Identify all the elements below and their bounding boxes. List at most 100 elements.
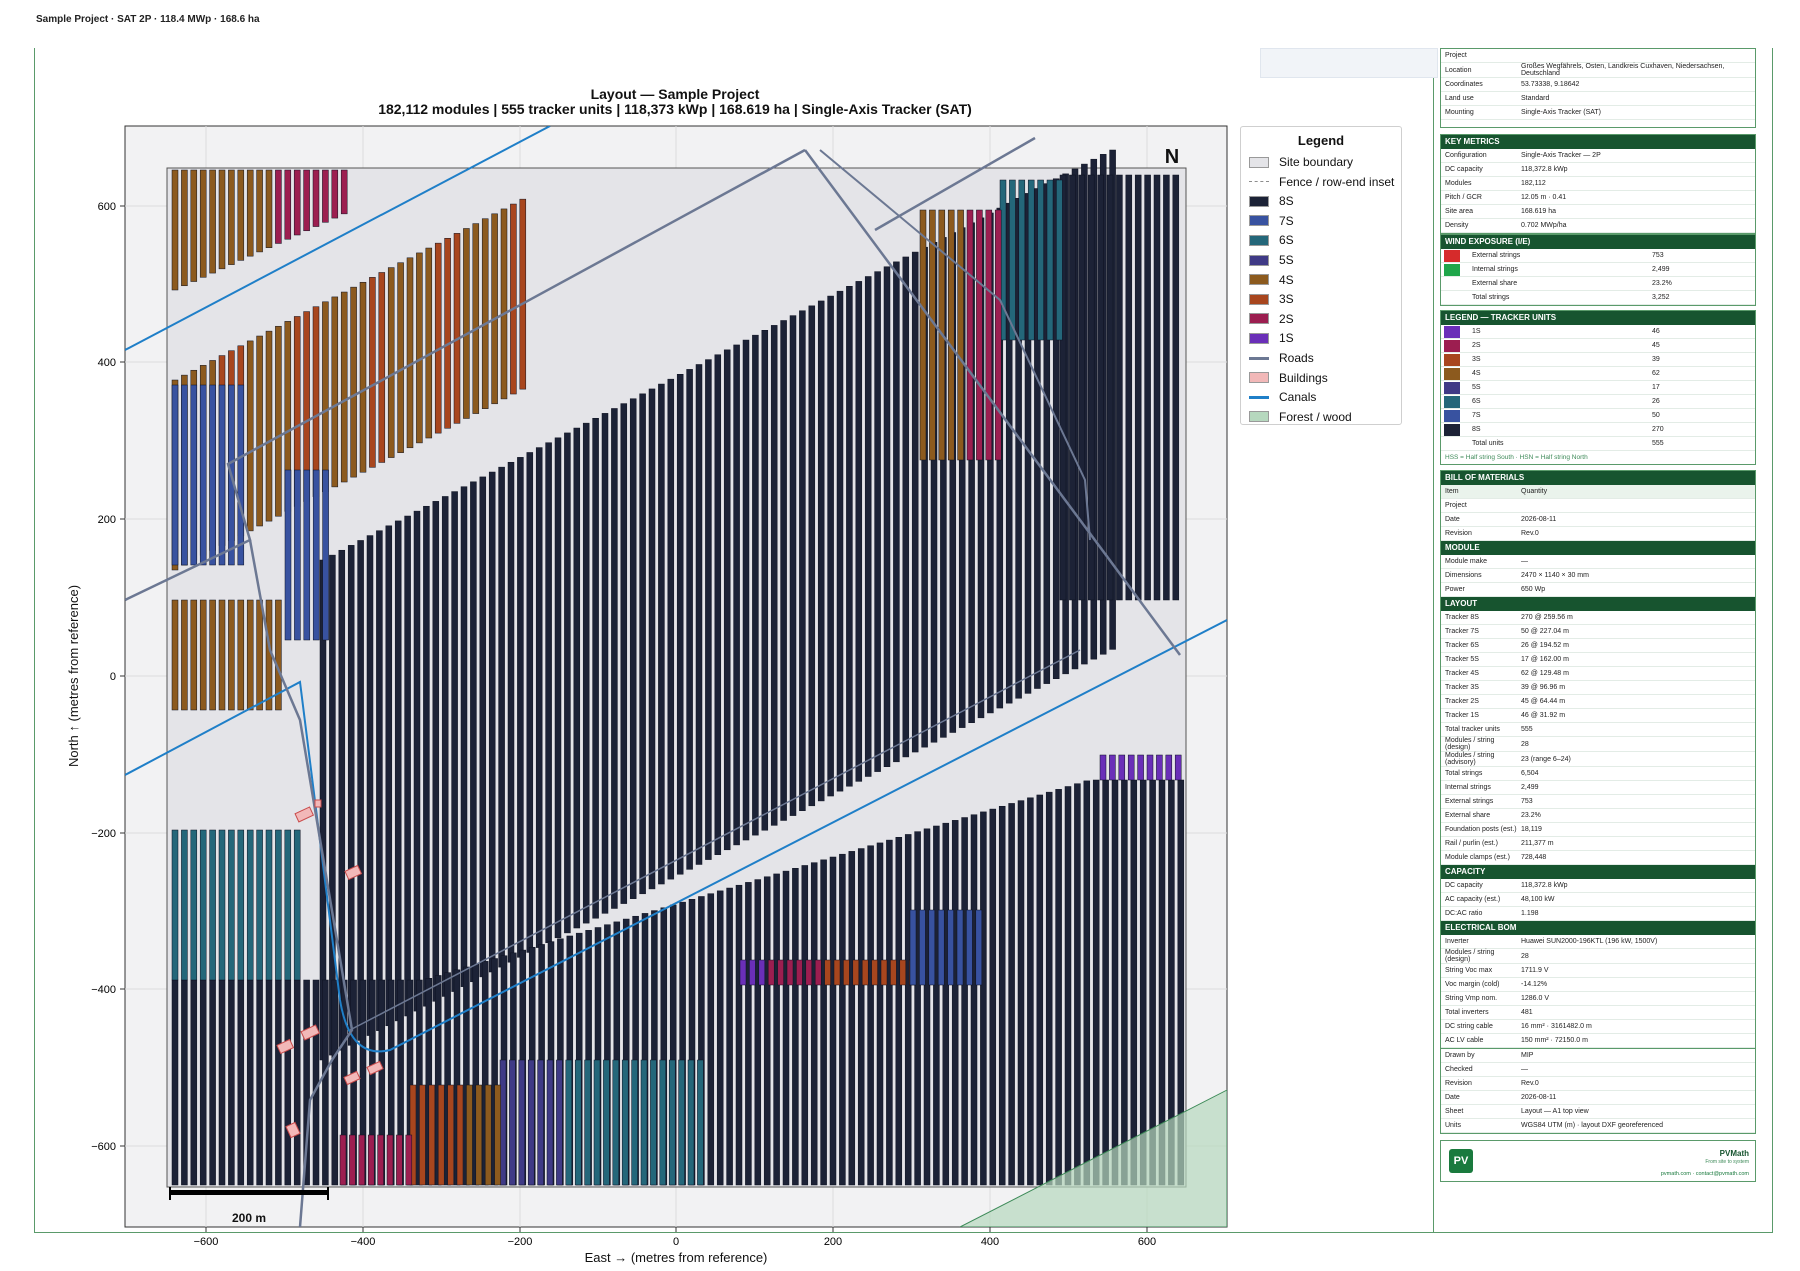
- tracker-unit: [386, 1134, 394, 1186]
- titleblock-key: Checked: [1445, 1066, 1473, 1073]
- tracker-unit: [228, 169, 235, 265]
- unit-row: 1S 46: [1441, 325, 1755, 339]
- metric-key: Configuration: [1445, 152, 1487, 159]
- tracker-unit: [228, 829, 235, 981]
- bom-value: Rev.0: [1521, 530, 1539, 537]
- tracker-unit: [1146, 754, 1154, 781]
- y-tick-label: 0: [110, 671, 116, 683]
- module-key: Module make: [1445, 558, 1488, 565]
- metric-value: 118,372.8 kWp: [1521, 166, 1568, 173]
- key-metrics-heading: KEY METRICS: [1441, 135, 1755, 149]
- tracker-unit: [190, 829, 198, 981]
- titleblock-value: —: [1521, 1066, 1528, 1073]
- unit-row: 7S 50: [1441, 409, 1755, 423]
- tracker-unit: [237, 829, 245, 981]
- tracker-unit: [1134, 174, 1142, 601]
- tracker-unit: [350, 286, 357, 478]
- unit-swatch: [1444, 381, 1460, 394]
- tracker-unit: [339, 1134, 347, 1186]
- legend-title: Legend: [1297, 133, 1345, 148]
- tracker-unit: [481, 218, 489, 409]
- titleblock-value: Layout — A1 top view: [1521, 1108, 1589, 1115]
- tracker-unit: [284, 979, 292, 1186]
- legend-item: Roads: [1249, 349, 1314, 367]
- electrical-key: Voc margin (cold): [1445, 981, 1500, 988]
- tracker-unit: [735, 884, 743, 1186]
- layout-key: Tracker 2S: [1445, 698, 1479, 705]
- unit-key: 6S: [1472, 398, 1481, 405]
- module-value: —: [1521, 558, 1528, 565]
- tracker-unit: [322, 979, 329, 1186]
- tracker-unit: [519, 198, 527, 390]
- metric-row: DC capacity 118,372.8 kWp: [1441, 163, 1755, 177]
- tracker-unit: [1121, 779, 1128, 1186]
- tracker-unit: [564, 432, 571, 934]
- tracker-unit: [367, 1134, 375, 1186]
- project-panel: Project Location Großes Wegfährels, Osten,…: [1440, 48, 1756, 128]
- tracker-unit: [1036, 794, 1044, 1186]
- legend-swatch: [1249, 181, 1269, 183]
- tracker-unit: [1106, 174, 1114, 601]
- electrical-key: DC string cable: [1445, 1023, 1493, 1030]
- brand-url[interactable]: pvmath.com · contact@pvmath.com: [1661, 1171, 1749, 1177]
- capacity-row: DC:AC ratio 1.198: [1441, 907, 1755, 921]
- legend-item: 6S: [1249, 231, 1294, 249]
- legend-label: Site boundary: [1279, 155, 1354, 169]
- tracker-unit: [745, 882, 752, 1186]
- tracker-unit: [209, 169, 216, 274]
- tracker-unit: [1056, 179, 1063, 341]
- tracker-unit: [456, 1084, 464, 1186]
- tracker-unit: [312, 306, 320, 497]
- tracker-unit: [199, 169, 207, 278]
- tracker-unit: [404, 515, 411, 1017]
- layout-value: 555: [1521, 726, 1533, 733]
- tracker-unit: [742, 339, 750, 841]
- tracker-unit: [1055, 789, 1062, 1186]
- tracker-unit: [396, 1134, 403, 1186]
- unit-value: 555: [1652, 440, 1664, 447]
- tracker-unit: [998, 805, 1006, 1186]
- legend-swatch: [1249, 234, 1269, 246]
- layout-key: Tracker 4S: [1445, 670, 1479, 677]
- legend-item: 1S: [1249, 329, 1294, 347]
- tracker-unit: [517, 457, 524, 958]
- capacity-value: 48,100 kW: [1521, 896, 1555, 903]
- tracker-unit: [961, 817, 968, 1186]
- tracker-unit: [919, 909, 926, 986]
- tracker-unit: [1027, 179, 1035, 341]
- module-value: 2470 × 1140 × 30 mm: [1521, 572, 1589, 579]
- capacity-key: DC:AC ratio: [1445, 910, 1483, 917]
- tracker-unit: [874, 271, 881, 772]
- layout-row: Total tracker units 555: [1441, 723, 1755, 737]
- tracker-unit: [919, 209, 927, 461]
- tracker-unit: [929, 209, 936, 461]
- tracker-unit: [199, 599, 207, 711]
- tracker-unit: [246, 979, 254, 1186]
- tracker-unit: [349, 1134, 356, 1186]
- module-value: 650 Wp: [1521, 586, 1546, 593]
- layout-key: Modules / string (design): [1445, 737, 1495, 751]
- electrical-key: Inverter: [1445, 938, 1469, 945]
- key-metrics-panel: KEY METRICS Configuration Single-Axis Tra…: [1440, 134, 1756, 234]
- tracker-unit: [777, 959, 784, 986]
- y-tick-label: −600: [91, 1141, 116, 1153]
- tracker-unit: [789, 315, 797, 816]
- wind-heading: WIND EXPOSURE (I/E): [1441, 235, 1755, 249]
- y-tick-label: 400: [98, 357, 116, 369]
- units-heading: LEGEND — TRACKER UNITS: [1441, 311, 1755, 325]
- legend-label: 2S: [1279, 311, 1294, 326]
- legend-swatch: [1249, 156, 1269, 168]
- electrical-key: String Voc max: [1445, 967, 1493, 974]
- legend-swatch: [1249, 356, 1269, 360]
- unit-row: Total units 555: [1441, 437, 1755, 451]
- unit-value: 62: [1652, 370, 1660, 377]
- tracker-unit: [535, 447, 543, 948]
- units-note: HSS = Half string South · HSN = Half str…: [1445, 454, 1588, 461]
- tracker-unit: [639, 393, 646, 895]
- layout-row: Tracker 1S 46 @ 31.92 m: [1441, 709, 1755, 723]
- wind-row: Total strings 3,252: [1441, 291, 1755, 305]
- tracker-unit: [678, 1059, 685, 1186]
- tracker-unit: [808, 305, 816, 807]
- x-tick-label: 600: [1138, 1236, 1156, 1248]
- unit-value: 39: [1652, 356, 1660, 363]
